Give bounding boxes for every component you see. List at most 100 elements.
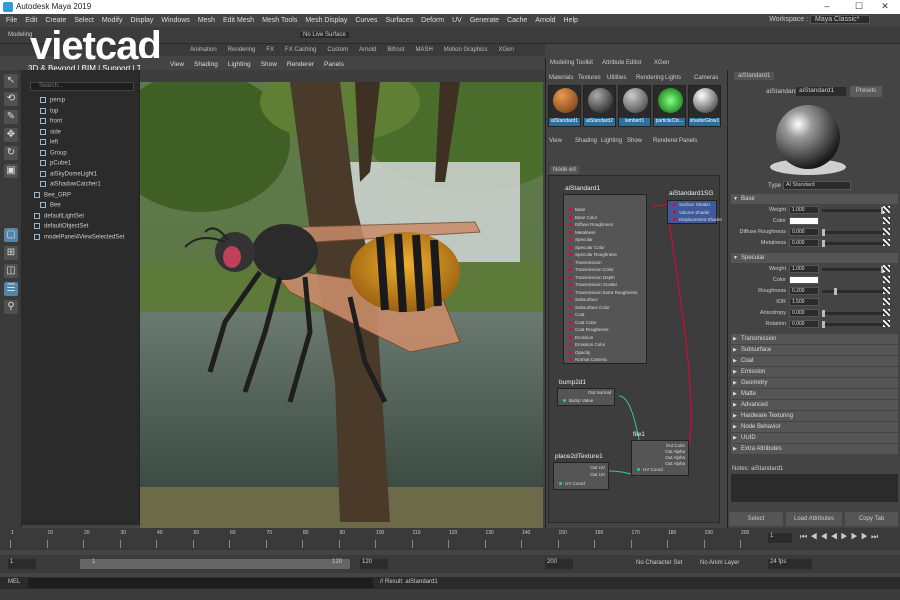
shelf-tab-animation[interactable]: Animation (190, 47, 217, 53)
zoom-icon[interactable]: ⚲ (4, 300, 18, 314)
shader-input-port[interactable]: Transmission (569, 260, 602, 265)
shelf-tab-motion-graphics[interactable]: Motion Graphics (444, 47, 488, 53)
shelf-tab-fx-caching[interactable]: FX Caching (285, 47, 316, 53)
section-geometry[interactable]: Geometry (731, 378, 898, 388)
outliner-item[interactable]: Bee (40, 202, 61, 212)
menu-item-select[interactable]: Select (74, 17, 93, 24)
menu-item-display[interactable]: Display (130, 17, 153, 24)
browser-tab-materials[interactable]: Materials (549, 75, 573, 81)
node-editor-tab[interactable]: Node ed (550, 166, 579, 174)
place-output-port[interactable]: Out UV (590, 472, 605, 477)
panel-tab-modeling-toolkit[interactable]: Modeling Toolkit (550, 60, 593, 66)
menu-item-uv[interactable]: UV (452, 17, 462, 24)
menu-item-windows[interactable]: Windows (161, 17, 189, 24)
outliner-item[interactable]: modelPanel4ViewSelectedSet (34, 233, 124, 244)
current-frame-field[interactable]: 1 (768, 533, 792, 543)
shader-input-port[interactable]: Base (569, 207, 585, 212)
maximize-icon[interactable]: ☐ (852, 1, 866, 13)
menu-item-create[interactable]: Create (45, 17, 66, 24)
map-button-icon[interactable] (883, 320, 890, 327)
shader-input-port[interactable]: Coat (569, 312, 585, 317)
outliner-item[interactable]: defaultLightSet (34, 212, 84, 223)
browser-tab-textures[interactable]: Textures (578, 75, 601, 81)
shader-input-port[interactable]: Coat Color (569, 320, 597, 325)
attr-slider[interactable] (822, 207, 884, 214)
workspace-selector[interactable]: Workspace : Maya Classic* (769, 15, 870, 24)
menu-item-generate[interactable]: Generate (470, 17, 499, 24)
attr-value-field[interactable]: 0.000 (789, 309, 819, 317)
menu-item-edit[interactable]: Edit (25, 17, 37, 24)
shelf-tab-rendering[interactable]: Rendering (228, 47, 256, 53)
section-matte[interactable]: Matte (731, 389, 898, 399)
browser-tab-utilities[interactable]: Utilities (607, 75, 626, 81)
shelf-tab-custom[interactable]: Custom (327, 47, 348, 53)
ae-shader-name-field[interactable]: aiStandard1 (796, 87, 846, 96)
material-swatch[interactable]: aiStandard2 (583, 85, 616, 127)
viewport-menu-view[interactable]: View (170, 61, 184, 68)
time-slider[interactable]: 1 10 20 30 40 50 60 70 80 90 100 110 120 130 140 150 160… (0, 528, 900, 550)
viewport-menu-lighting[interactable]: Lighting (228, 61, 251, 68)
outliner-item[interactable]: left (40, 139, 58, 149)
place-output-port[interactable]: Out UV (590, 465, 605, 470)
cmd-input[interactable] (28, 578, 373, 588)
menu-item-file[interactable]: File (6, 17, 17, 24)
menu-item-modify[interactable]: Modify (102, 17, 123, 24)
section-subsurface[interactable]: Subsurface (731, 345, 898, 355)
shader-input-port[interactable]: Metalness (569, 230, 596, 235)
node-menu-renderer[interactable]: Renderer (653, 138, 678, 144)
map-button-icon[interactable] (883, 265, 890, 272)
shader-input-port[interactable]: Transmission Color (569, 267, 614, 272)
load-attributes-button[interactable]: Load Attributes (786, 512, 842, 526)
place-in-port[interactable]: UV Coord (559, 481, 585, 486)
attr-value-field[interactable]: 0.000 (789, 239, 819, 247)
menu-item-deform[interactable]: Deform (421, 17, 444, 24)
rotate-tool-icon[interactable]: ↻ (4, 146, 18, 160)
ae-node-tab[interactable]: aiStandard1 (734, 72, 775, 80)
node-bump2d1[interactable]: Out Normal Bump Value (557, 388, 615, 406)
fps-dropdown[interactable]: 24 fps (768, 559, 812, 569)
node-menu-show[interactable]: Show (627, 138, 642, 144)
outliner-item[interactable]: pCube1 (40, 160, 71, 170)
node-place2dtexture1[interactable]: Out UV Out UV UV Coord (553, 462, 609, 490)
select-button[interactable]: Select (729, 512, 783, 526)
viewport-menu-renderer[interactable]: Renderer (287, 61, 314, 68)
section-base[interactable]: Base (731, 194, 898, 204)
attr-slider[interactable] (822, 229, 884, 236)
menu-set-selector[interactable]: Modeling (8, 32, 32, 38)
attr-value-field[interactable]: 1.000 (789, 265, 819, 273)
browser-tab-cameras[interactable]: Cameras (694, 75, 718, 81)
paint-select-icon[interactable]: ✎ (4, 110, 18, 124)
lasso-tool-icon[interactable]: ⟲ (4, 92, 18, 106)
shader-input-port[interactable]: Subsurface (569, 297, 598, 302)
notes-field[interactable] (731, 474, 898, 502)
shader-input-port[interactable]: Coat Roughness (569, 327, 609, 332)
viewport-3d[interactable] (140, 82, 543, 530)
shader-input-port[interactable]: Specular (569, 237, 593, 242)
section-node-behavior[interactable]: Node Behavior (731, 422, 898, 432)
anim-layer-dropdown[interactable]: No Anim Layer (700, 560, 739, 566)
slider-handle[interactable] (822, 321, 825, 328)
four-view-icon[interactable]: ⊞ (4, 246, 18, 260)
move-tool-icon[interactable]: ✥ (4, 128, 18, 142)
shader-input-port[interactable]: Transmission Depth (569, 275, 615, 280)
outliner-item[interactable]: aiShadowCatcher1 (40, 181, 101, 191)
viewport-menu-shading[interactable]: Shading (194, 61, 218, 68)
shelf-tab-fx[interactable]: FX (266, 47, 274, 53)
outliner-item[interactable]: Bee_GRP (34, 191, 71, 202)
node-aistandard1[interactable]: Base Base Color Diffuse Roughness Metalness… (563, 194, 647, 364)
color-swatch[interactable] (789, 217, 819, 225)
menu-item-surfaces[interactable]: Surfaces (386, 17, 414, 24)
start-frame-field[interactable]: 1 (8, 559, 36, 569)
slider-handle[interactable] (822, 310, 825, 317)
menu-item-help[interactable]: Help (564, 17, 578, 24)
color-swatch[interactable] (789, 276, 819, 284)
minimize-icon[interactable]: – (820, 1, 834, 13)
character-set-dropdown[interactable]: No Character Set (636, 560, 682, 566)
menu-item-mesh-display[interactable]: Mesh Display (305, 17, 347, 24)
presets-button[interactable]: Presets (850, 86, 882, 97)
viewport-menu-show[interactable]: Show (261, 61, 277, 68)
node-menu-shading[interactable]: Shading (575, 138, 597, 144)
slider-handle[interactable] (833, 288, 837, 295)
attr-value-field[interactable]: 0.200 (789, 287, 819, 295)
shader-input-port[interactable]: Transmission Scatter (569, 282, 617, 287)
